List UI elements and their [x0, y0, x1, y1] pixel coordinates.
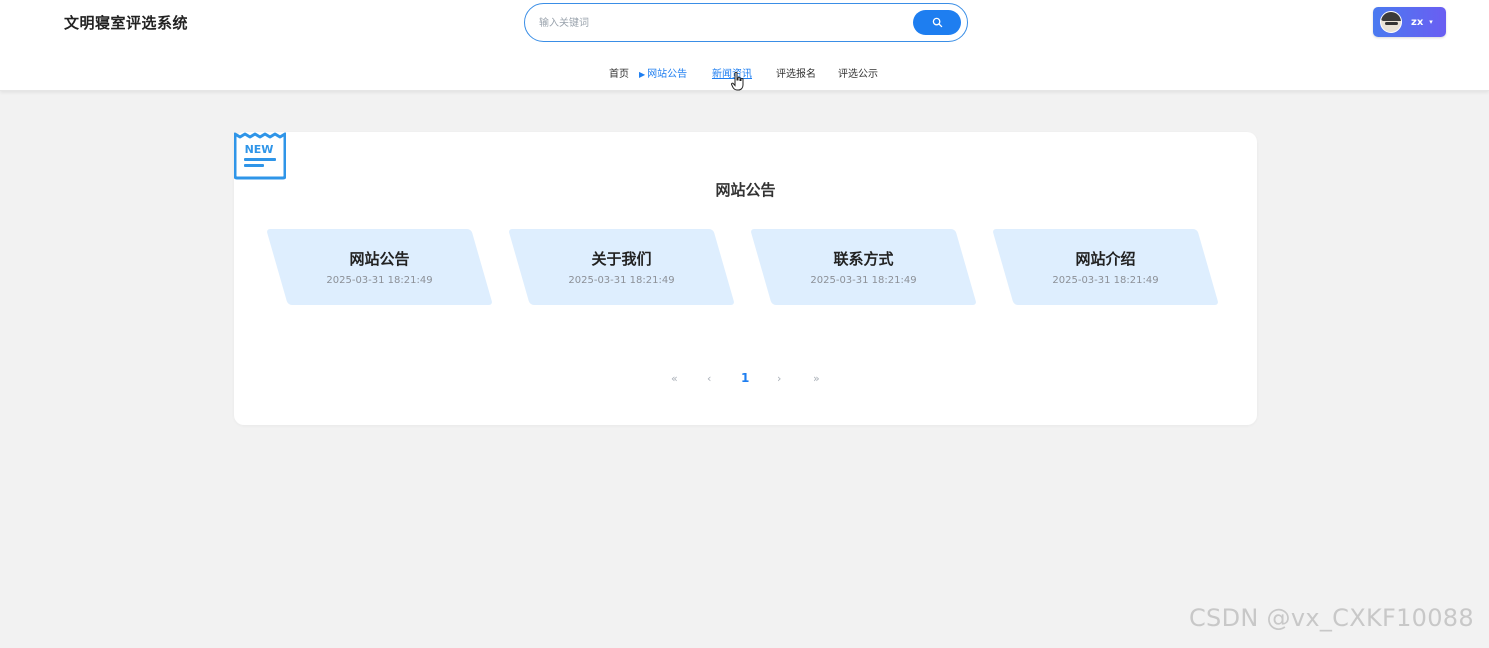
search-input[interactable] [539, 13, 899, 33]
list-item[interactable]: 网站公告 2025-03-31 18:21:49 [266, 229, 493, 305]
nav-item-home[interactable]: 首页 [609, 65, 629, 80]
prev-page-button[interactable]: ‹ [707, 372, 711, 385]
site-title: 文明寝室评选系统 [64, 14, 189, 32]
list-item[interactable]: 关于我们 2025-03-31 18:21:49 [508, 229, 735, 305]
new-badge-icon: NEW [234, 132, 286, 180]
announcement-card: NEW 网站公告 网站公告 2025-03-31 18:21:49 关于我们 2… [234, 132, 1257, 425]
page-number-current[interactable]: 1 [741, 371, 749, 385]
active-marker-icon: ▶ [639, 70, 646, 79]
section-title: 网站公告 [715, 181, 776, 199]
list-item-date: 2025-03-31 18:21:49 [810, 275, 917, 286]
nav-item-registration[interactable]: 评选报名 [776, 65, 816, 80]
search-icon [932, 17, 942, 28]
list-item-title: 网站介绍 [1075, 250, 1136, 268]
last-page-button[interactable]: » [813, 372, 820, 385]
list-item-date: 2025-03-31 18:21:49 [568, 275, 675, 286]
mouse-pointer-icon [731, 72, 744, 91]
nav-item-label: 网站公告 [647, 69, 688, 80]
pagination: « ‹ 1 › » [234, 371, 1257, 388]
announcement-list: 网站公告 2025-03-31 18:21:49 关于我们 2025-03-31… [266, 229, 1226, 305]
list-item-date: 2025-03-31 18:21:49 [326, 275, 433, 286]
chevron-down-icon: ▾ [1429, 18, 1433, 26]
nav-item-results[interactable]: 评选公示 [838, 65, 878, 80]
nav-item-announcements[interactable]: ▶ 网站公告 [639, 65, 687, 80]
list-item-title: 网站公告 [349, 250, 410, 268]
list-item-date: 2025-03-31 18:21:49 [1052, 275, 1159, 286]
avatar [1380, 11, 1402, 33]
list-item-title: 联系方式 [833, 250, 894, 268]
next-page-button[interactable]: › [777, 372, 781, 385]
list-item-title: 关于我们 [591, 250, 652, 268]
search-button[interactable] [913, 10, 961, 35]
list-item[interactable]: 联系方式 2025-03-31 18:21:49 [750, 229, 977, 305]
user-name: zx [1411, 16, 1424, 28]
new-badge-label: NEW [245, 143, 274, 156]
first-page-button[interactable]: « [671, 372, 678, 385]
user-menu-button[interactable]: zx ▾ [1373, 7, 1446, 37]
search-bar [524, 3, 968, 42]
watermark: CSDN @vx_CXKF10088 [1189, 604, 1474, 632]
list-item[interactable]: 网站介绍 2025-03-31 18:21:49 [992, 229, 1219, 305]
